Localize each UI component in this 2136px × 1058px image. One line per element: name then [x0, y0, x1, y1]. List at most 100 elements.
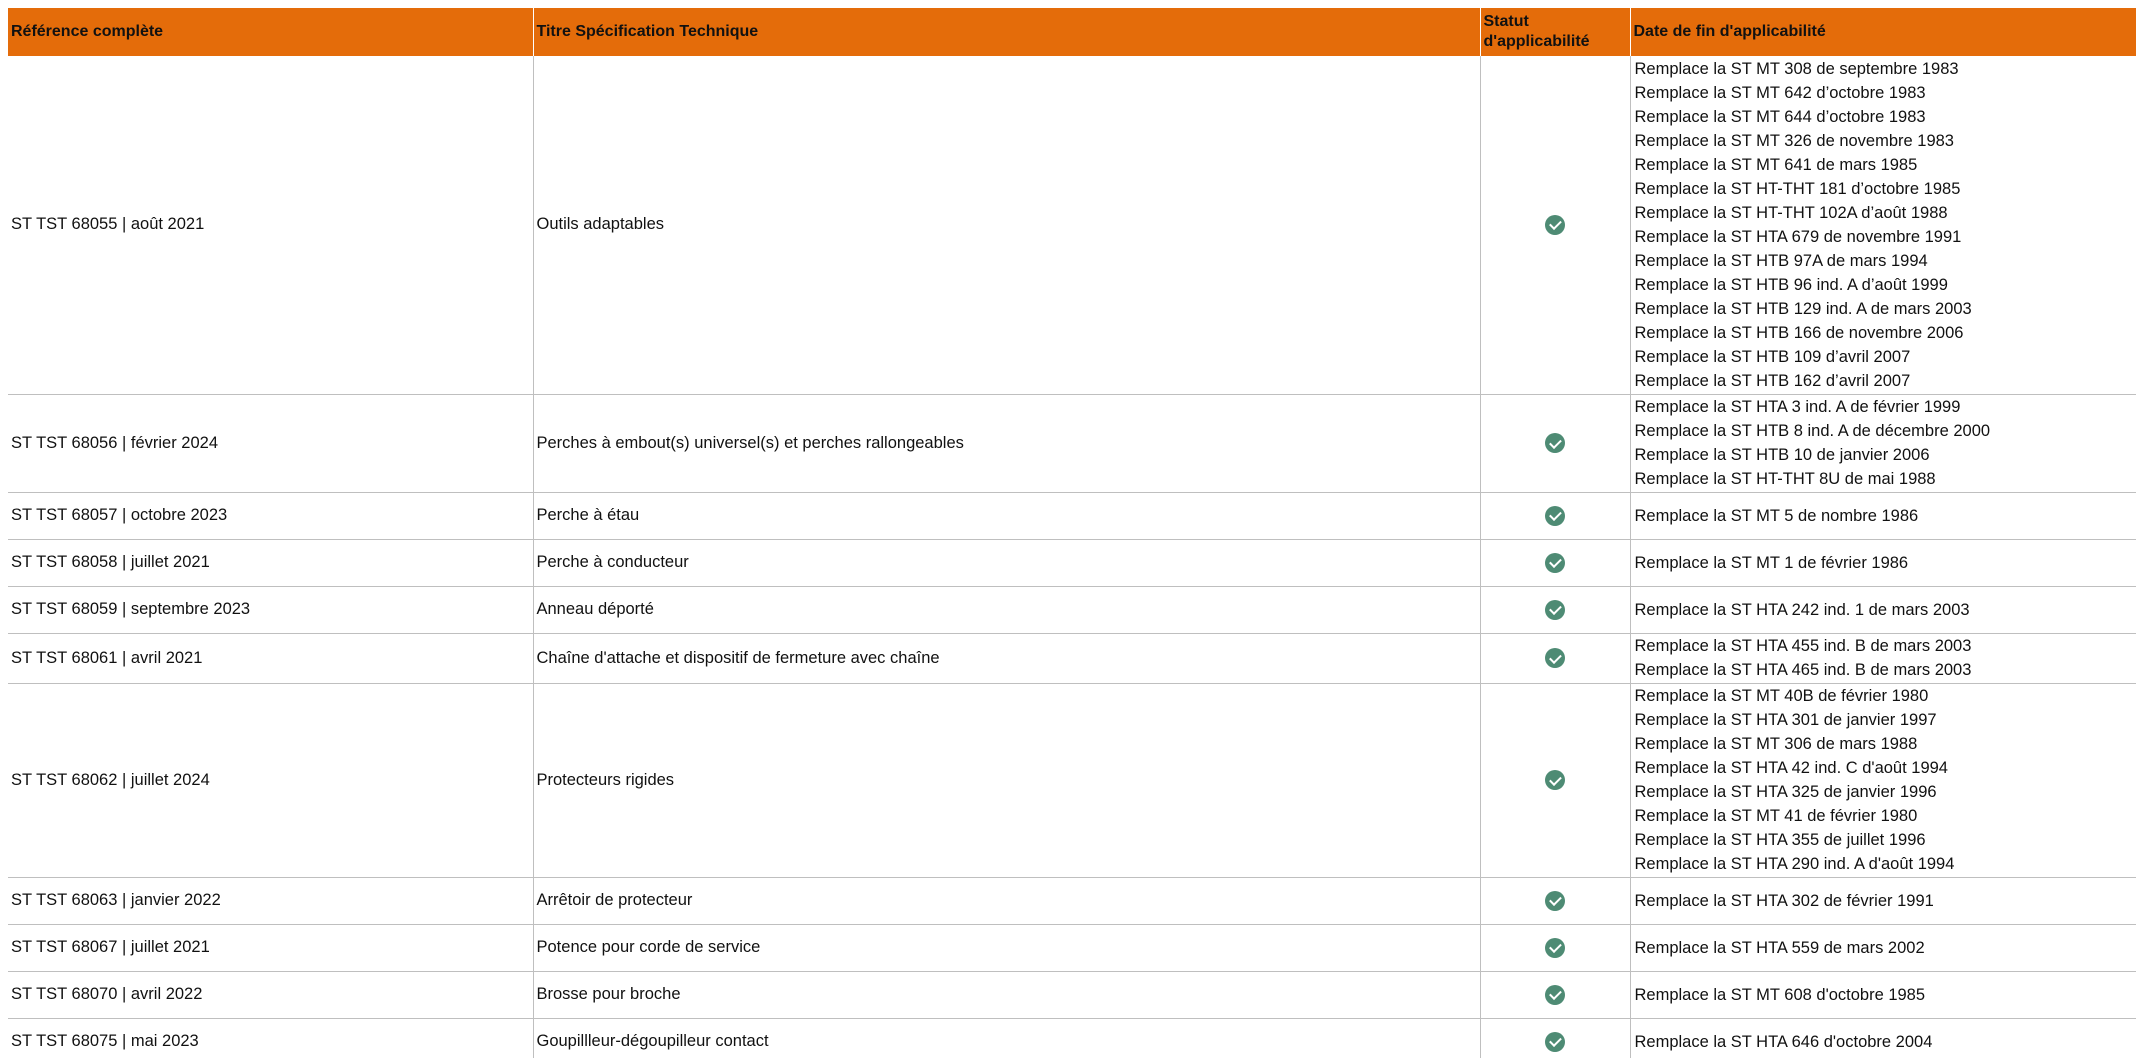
replaces-line: Remplace la ST HTA 559 de mars 2002 [1634, 938, 1925, 957]
check-circle-icon [1545, 552, 1565, 573]
column-header-end-date[interactable]: Date de fin d'applicabilité [1630, 8, 2136, 56]
end-date-cell[interactable]: Remplace la ST HTA 302 de février 1991 [1630, 877, 2136, 925]
replaces-line: Remplace la ST MT 608 d'octobre 1985 [1634, 985, 1926, 1004]
reference-cell[interactable]: ST TST 68067 | juillet 2021 [8, 924, 534, 972]
table-body: ST TST 68055 | août 2021 Outils adaptable… [8, 56, 2136, 1058]
status-cell[interactable] [1480, 924, 1631, 972]
reference-cell[interactable]: ST TST 68058 | juillet 2021 [8, 539, 534, 587]
end-date-cell[interactable]: Remplace la ST HTA 3 ind. A de février 1… [1630, 394, 2136, 493]
end-date-cell[interactable]: Remplace la ST MT 5 de nombre 1986 [1630, 492, 2136, 540]
table-row: ST TST 68061 | avril 2021 Chaîne d'attach… [8, 633, 2136, 684]
replaces-line: Remplace la ST HTB 10 de janvier 2006 [1634, 446, 1930, 464]
replaces-line: Remplace la ST HTA 3 ind. A de février 1… [1634, 398, 1961, 416]
replaces-line: Remplace la ST MT 41 de février 1980 [1634, 807, 1918, 825]
title-cell[interactable]: Chaîne d'attache et dispositif de fermet… [533, 633, 1481, 684]
table-row: ST TST 68063 | janvier 2022 Arrêtoir de p… [8, 877, 2136, 925]
table-row: ST TST 68057 | octobre 2023 Perche à étau… [8, 492, 2136, 540]
status-header-line1: Statut [1483, 13, 1529, 30]
status-header-line2: d'applicabilité [1483, 33, 1590, 50]
replaces-line: Remplace la ST MT 40B de février 1980 [1634, 687, 1929, 705]
replaces-line: Remplace la ST MT 306 de mars 1988 [1634, 735, 1918, 753]
replaces-line: Remplace la ST HTB 166 de novembre 2006 [1634, 323, 1964, 342]
status-cell[interactable] [1480, 971, 1631, 1019]
title-cell[interactable]: Goupillleur-dégoupilleur contact [533, 1018, 1481, 1058]
header-row: Référence complète Titre Spécification T… [8, 8, 2136, 56]
table-row: ST TST 68058 | juillet 2021 Perche à cond… [8, 539, 2136, 587]
replaces-line: Remplace la ST MT 326 de novembre 1983 [1634, 131, 1955, 150]
table-row: ST TST 68056 | février 2024 Perches à emb… [8, 394, 2136, 493]
check-circle-icon [1545, 648, 1565, 668]
replaces-line: Remplace la ST MT 641 de mars 1985 [1634, 155, 1918, 174]
replaces-line: Remplace la ST HTA 455 ind. B de mars 20… [1634, 637, 1972, 655]
reference-cell[interactable]: ST TST 68061 | avril 2021 [8, 633, 534, 684]
check-circle-icon [1545, 890, 1565, 911]
title-cell[interactable]: Protecteurs rigides [533, 683, 1481, 878]
replaces-line: Remplace la ST HTA 302 de février 1991 [1634, 891, 1934, 910]
end-date-cell[interactable]: Remplace la ST MT 308 de septembre 1983 R… [1630, 56, 2136, 395]
title-cell[interactable]: Arrêtoir de protecteur [533, 877, 1481, 925]
status-cell[interactable] [1480, 394, 1631, 493]
replaces-line: Remplace la ST HTA 325 de janvier 1996 [1634, 783, 1937, 801]
replaces-line: Remplace la ST HT-THT 102A d’août 1988 [1634, 203, 1948, 222]
table-row: ST TST 68062 | juillet 2024 Protecteurs r… [8, 683, 2136, 878]
reference-cell[interactable]: ST TST 68057 | octobre 2023 [8, 492, 534, 540]
title-cell[interactable]: Perches à embout(s) universel(s) et perc… [533, 394, 1481, 493]
reference-cell[interactable]: ST TST 68070 | avril 2022 [8, 971, 534, 1019]
end-date-cell[interactable]: Remplace la ST HTA 646 d'octobre 2004 [1630, 1018, 2136, 1058]
status-cell[interactable] [1480, 633, 1631, 684]
reference-cell[interactable]: ST TST 68063 | janvier 2022 [8, 877, 534, 925]
status-cell[interactable] [1480, 492, 1631, 540]
replaces-line: Remplace la ST HTA 679 de novembre 1991 [1634, 227, 1962, 246]
end-date-cell[interactable]: Remplace la ST MT 40B de février 1980 Rem… [1630, 683, 2136, 878]
reference-cell[interactable]: ST TST 68056 | février 2024 [8, 394, 534, 493]
end-date-cell[interactable]: Remplace la ST HTA 242 ind. 1 de mars 20… [1630, 586, 2136, 634]
check-circle-icon [1545, 770, 1565, 790]
check-circle-icon [1545, 505, 1565, 526]
check-circle-icon [1545, 599, 1565, 620]
column-header-status[interactable]: Statut d'applicabilité [1480, 8, 1631, 56]
replaces-line: Remplace la ST MT 644 d’octobre 1983 [1634, 107, 1926, 126]
title-cell[interactable]: Perche à étau [533, 492, 1481, 540]
status-cell[interactable] [1480, 586, 1631, 634]
replaces-line: Remplace la ST HTA 242 ind. 1 de mars 20… [1634, 600, 1970, 619]
column-header-reference[interactable]: Référence complète [8, 8, 534, 56]
end-date-cell[interactable]: Remplace la ST MT 608 d'octobre 1985 [1630, 971, 2136, 1019]
replaces-line: Remplace la ST HTB 162 d’avril 2007 [1634, 371, 1911, 390]
replaces-line: Remplace la ST HTB 96 ind. A d’août 1999 [1634, 275, 1948, 294]
replaces-line: Remplace la ST HTB 109 d’avril 2007 [1634, 347, 1911, 366]
replaces-line: Remplace la ST HTA 465 ind. B de mars 20… [1634, 661, 1972, 679]
check-circle-icon [1545, 214, 1565, 235]
reference-cell[interactable]: ST TST 68059 | septembre 2023 [8, 586, 534, 634]
specifications-table: Référence complète Titre Spécification T… [8, 8, 2136, 1058]
table-row: ST TST 68059 | septembre 2023 Anneau dépo… [8, 586, 2136, 634]
replaces-line: Remplace la ST MT 1 de février 1986 [1634, 553, 1909, 572]
replaces-line: Remplace la ST HT-THT 181 d’octobre 1985 [1634, 179, 1961, 198]
replaces-line: Remplace la ST MT 642 d’octobre 1983 [1634, 83, 1926, 102]
status-cell[interactable] [1480, 1018, 1631, 1058]
title-cell[interactable]: Brosse pour broche [533, 971, 1481, 1019]
status-cell[interactable] [1480, 683, 1631, 878]
status-cell[interactable] [1480, 877, 1631, 925]
end-date-cell[interactable]: Remplace la ST MT 1 de février 1986 [1630, 539, 2136, 587]
title-cell[interactable]: Anneau déporté [533, 586, 1481, 634]
replaces-line: Remplace la ST HTA 290 ind. A d'août 199… [1634, 855, 1955, 873]
table-row: ST TST 68075 | mai 2023 Goupillleur-dégou… [8, 1018, 2136, 1058]
reference-cell[interactable]: ST TST 68075 | mai 2023 [8, 1018, 534, 1058]
table-row: ST TST 68067 | juillet 2021 Potence pour … [8, 924, 2136, 972]
reference-cell[interactable]: ST TST 68055 | août 2021 [8, 56, 534, 395]
check-circle-icon [1545, 984, 1565, 1005]
title-cell[interactable]: Outils adaptables [533, 56, 1481, 395]
replaces-line: Remplace la ST HT-THT 8U de mai 1988 [1634, 470, 1936, 488]
status-cell[interactable] [1480, 56, 1631, 395]
title-cell[interactable]: Potence pour corde de service [533, 924, 1481, 972]
replaces-line: Remplace la ST MT 308 de septembre 1983 [1634, 59, 1959, 78]
replaces-line: Remplace la ST HTA 646 d'octobre 2004 [1634, 1032, 1933, 1051]
replaces-line: Remplace la ST HTB 97A de mars 1994 [1634, 251, 1928, 270]
check-circle-icon [1545, 1031, 1565, 1052]
title-cell[interactable]: Perche à conducteur [533, 539, 1481, 587]
status-cell[interactable] [1480, 539, 1631, 587]
reference-cell[interactable]: ST TST 68062 | juillet 2024 [8, 683, 534, 878]
end-date-cell[interactable]: Remplace la ST HTA 559 de mars 2002 [1630, 924, 2136, 972]
end-date-cell[interactable]: Remplace la ST HTA 455 ind. B de mars 20… [1630, 633, 2136, 684]
column-header-title[interactable]: Titre Spécification Technique [533, 8, 1481, 56]
